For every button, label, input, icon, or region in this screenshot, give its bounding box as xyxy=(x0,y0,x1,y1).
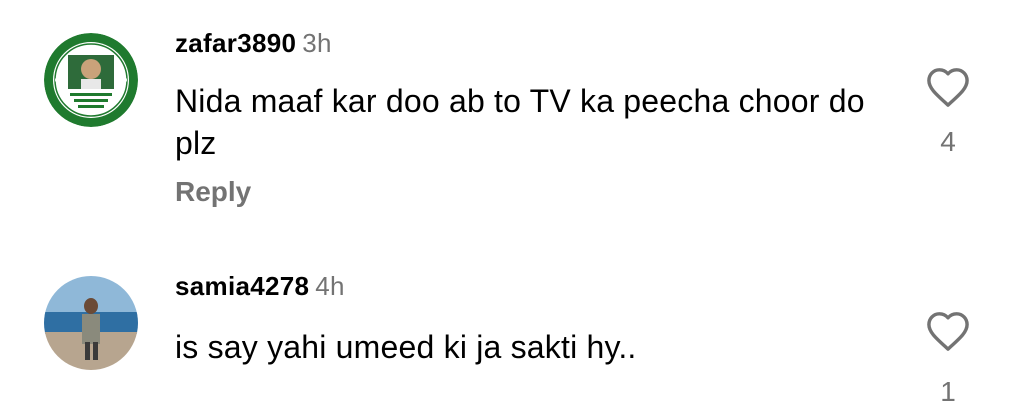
comment-header: zafar3890 3h xyxy=(175,28,332,59)
like-control: 4 xyxy=(922,66,974,158)
username[interactable]: samia4278 xyxy=(175,271,309,301)
like-control: 1 xyxy=(922,310,974,408)
comment-item: zafar3890 3h Nida maaf kar doo ab to TV k… xyxy=(0,0,1024,250)
timestamp: 3h xyxy=(302,28,332,58)
timestamp: 4h xyxy=(315,271,345,301)
heart-outline-icon[interactable] xyxy=(925,66,971,108)
comment-text: Nida maaf kar doo ab to TV ka peecha cho… xyxy=(175,83,865,161)
heart-outline-icon[interactable] xyxy=(925,310,971,352)
comment-text: is say yahi umeed ki ja sakti hy.. xyxy=(175,329,637,365)
avatar[interactable] xyxy=(44,276,138,370)
like-count: 1 xyxy=(940,376,956,407)
comment-item: samia4278 4h is say yahi umeed ki ja sakt… xyxy=(0,250,1024,407)
reply-button[interactable]: Reply xyxy=(175,176,251,208)
comment-header: samia4278 4h xyxy=(175,271,345,302)
avatar[interactable] xyxy=(44,33,138,127)
like-count: 4 xyxy=(940,126,956,157)
username[interactable]: zafar3890 xyxy=(175,28,296,58)
